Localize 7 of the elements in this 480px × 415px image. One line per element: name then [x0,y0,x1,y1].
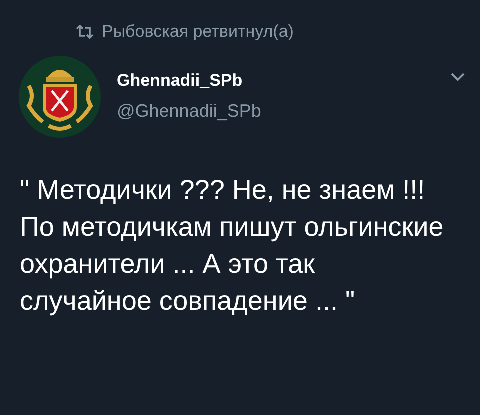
coat-of-arms-icon[interactable] [19,56,101,138]
retweet-icon [76,25,94,39]
display-name[interactable]: Ghennadii_SPb [117,68,434,94]
tweet-text: " Методички ??? Не, не знаем !!! По методичкам пишут ольгинские охранители ... А это так случайное совпадение ... " [19,174,445,318]
retweet-label: Рыбовская ретвитнул(а) [102,21,294,44]
chevron-down-icon[interactable] [450,72,466,82]
user-handle[interactable]: @Ghennadii_SPb [117,98,434,124]
